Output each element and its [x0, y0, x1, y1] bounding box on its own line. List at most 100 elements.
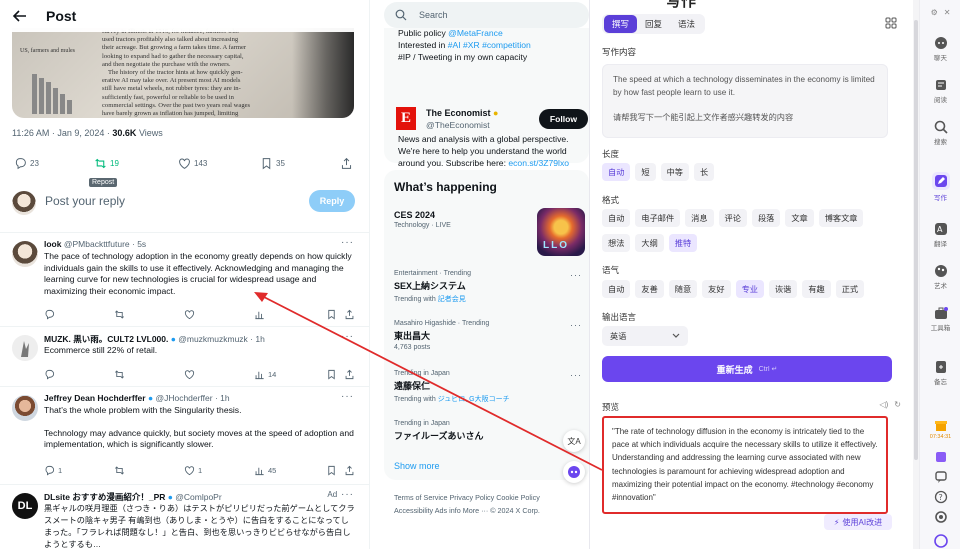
tweet-author[interactable]: MUZK. 黒い雨。CULT2 LVL000. — [44, 334, 168, 344]
bio-link[interactable]: @MetaFrance — [448, 28, 503, 38]
avatar[interactable] — [12, 335, 38, 361]
bookmark-icon[interactable] — [326, 465, 337, 476]
follow-button[interactable]: Follow — [539, 109, 588, 129]
sidebar-item-read[interactable]: 阅读 — [920, 78, 960, 104]
settings-icon[interactable]: ⚙ — [931, 8, 938, 17]
assistant-float-button[interactable] — [563, 461, 585, 483]
length-option[interactable]: 中等 — [660, 163, 689, 181]
reply-button[interactable]: 23 — [14, 157, 39, 170]
reply-tweet[interactable]: MUZK. 黒い雨。CULT2 LVL000. ● @muzkmuzkmuzk … — [0, 326, 369, 386]
more-icon[interactable]: ··· — [341, 391, 354, 402]
bio-hashtags[interactable]: #AI #XR #competition — [448, 40, 531, 50]
repost-button[interactable]: 19 — [94, 157, 119, 170]
format-option[interactable]: 段落 — [751, 209, 781, 227]
footer-links[interactable]: Accessibility Ads info More ··· © 2024 X… — [394, 506, 540, 515]
sidebar-item-write[interactable]: 写作 — [920, 172, 960, 202]
bookmark-icon[interactable] — [326, 369, 337, 380]
format-option[interactable]: 文章 — [785, 209, 814, 227]
length-option[interactable]: 自动 — [602, 163, 631, 181]
bookmark-icon[interactable] — [326, 309, 337, 320]
sidebar-item-toolbox[interactable]: 工具箱 — [920, 306, 960, 332]
ai-improve-button[interactable]: ⚡ 使用AI改进 — [824, 514, 892, 530]
more-icon[interactable]: ··· — [341, 489, 354, 500]
trend-item[interactable]: Masahiro Higashide · Trending 東出昌大 4,763… — [394, 320, 584, 351]
promoted-tweet[interactable]: DL DLsite おすすめ漫画紹介！_PR ● @ComlpoPr Ad ··… — [0, 484, 369, 549]
sidebar-item-art[interactable]: 艺术 — [920, 264, 960, 290]
repost-icon[interactable] — [114, 309, 125, 320]
sidebar-item-translate[interactable]: A 翻译 — [920, 222, 960, 248]
tweet-author[interactable]: DLsite おすすめ漫画紹介！_PR — [44, 492, 165, 502]
more-icon[interactable]: ··· — [570, 320, 582, 330]
tweet-author[interactable]: Jeffrey Dean Hochderffer — [44, 393, 146, 403]
share-icon[interactable] — [344, 369, 355, 380]
scrollbar-thumb[interactable] — [914, 20, 918, 460]
tab-reply[interactable]: 回复 — [637, 15, 670, 33]
tweet-author[interactable]: look — [44, 239, 61, 249]
format-option[interactable]: 想法 — [602, 234, 631, 252]
format-option[interactable]: 大纲 — [635, 234, 664, 252]
more-icon[interactable]: ··· — [570, 370, 582, 380]
reply-button[interactable]: 1 — [44, 465, 62, 476]
sidebar-item-settings[interactable] — [920, 510, 960, 524]
sidebar-item-help[interactable]: ? — [920, 490, 960, 504]
repost-icon[interactable] — [114, 465, 125, 476]
sidebar-item-profile[interactable] — [920, 534, 960, 548]
tone-option[interactable]: 随意 — [668, 280, 698, 298]
refresh-icon[interactable]: ↻ — [894, 400, 901, 409]
regenerate-button[interactable]: 重新生成 Ctrl ↵ — [602, 356, 892, 382]
tone-option[interactable]: 友好 — [702, 280, 731, 298]
economist-logo[interactable]: E — [396, 107, 416, 130]
trend-item[interactable]: Entertainment · Trending SEX上納システム Trend… — [394, 270, 584, 304]
reply-input[interactable]: Post your reply — [45, 194, 125, 208]
heart-icon[interactable] — [184, 369, 195, 380]
like-button[interactable]: 143 — [178, 157, 207, 170]
reply-icon[interactable] — [44, 369, 55, 380]
views-icon[interactable] — [254, 309, 265, 320]
share-button[interactable] — [340, 157, 353, 170]
dlsite-logo[interactable]: DL — [12, 493, 38, 519]
tone-option[interactable]: 正式 — [835, 280, 865, 298]
account-bio-link[interactable]: econ.st/3Z79lxo — [508, 158, 569, 168]
reply-icon[interactable] — [44, 309, 55, 320]
trend-item[interactable]: Trending in Japan ファイルーズあいさん — [394, 420, 584, 442]
avatar[interactable] — [12, 241, 38, 267]
format-option[interactable]: 博客文章 — [818, 209, 864, 227]
tone-option[interactable]: 诙谐 — [768, 280, 798, 298]
views-button[interactable]: 14 — [254, 369, 276, 380]
heart-icon[interactable] — [184, 309, 195, 320]
more-icon[interactable]: ··· — [341, 331, 354, 342]
share-icon[interactable] — [344, 465, 355, 476]
tone-option[interactable]: 友善 — [635, 280, 664, 298]
language-select[interactable]: 英语 — [602, 326, 688, 346]
avatar[interactable] — [12, 395, 38, 421]
tone-option[interactable]: 有趣 — [802, 280, 831, 298]
preview-output[interactable]: "The rate of technology diffusion in the… — [602, 416, 888, 514]
format-option[interactable]: 评论 — [718, 209, 747, 227]
account-name[interactable]: The Economist ● — [426, 108, 498, 118]
share-icon[interactable] — [344, 309, 355, 320]
more-icon[interactable]: ··· — [570, 270, 582, 280]
show-more-link[interactable]: Show more — [394, 461, 440, 471]
sidebar-item-puzzle[interactable] — [920, 450, 960, 464]
sidebar-item-chat[interactable]: 聊天 — [920, 36, 960, 62]
search-input[interactable]: Search — [419, 10, 448, 20]
sidebar-item-feedback[interactable] — [920, 470, 960, 484]
format-option[interactable]: 推特 — [668, 234, 698, 252]
promo-badge[interactable]: 07:34:31 — [920, 418, 960, 440]
trend-sub-link[interactable]: ジュビロ, G大阪コーチ — [438, 396, 510, 403]
close-icon[interactable]: ✕ — [944, 8, 951, 17]
length-option[interactable]: 长 — [693, 163, 715, 181]
tab-grammar[interactable]: 语法 — [670, 15, 703, 33]
grid-icon[interactable] — [885, 17, 897, 29]
tab-compose[interactable]: 撰写 — [604, 15, 638, 33]
post-image[interactable]: US, farmers and mules survey in Illinois… — [12, 28, 354, 118]
back-arrow-icon[interactable] — [12, 8, 28, 24]
sidebar-item-memo[interactable]: 备忘 — [920, 360, 960, 386]
reply-tweet[interactable]: look @PMbackttfuture · 5s ··· The pace o… — [0, 232, 369, 326]
reply-tweet[interactable]: Jeffrey Dean Hochderffer ● @JHochderffer… — [0, 386, 369, 484]
search-bar[interactable]: Search — [384, 2, 589, 28]
trend-thumbnail[interactable]: LLO — [537, 208, 585, 256]
like-button[interactable]: 1 — [184, 465, 202, 476]
speaker-icon[interactable]: ◁) — [879, 400, 888, 409]
translate-float-button[interactable]: 文A — [563, 430, 585, 452]
